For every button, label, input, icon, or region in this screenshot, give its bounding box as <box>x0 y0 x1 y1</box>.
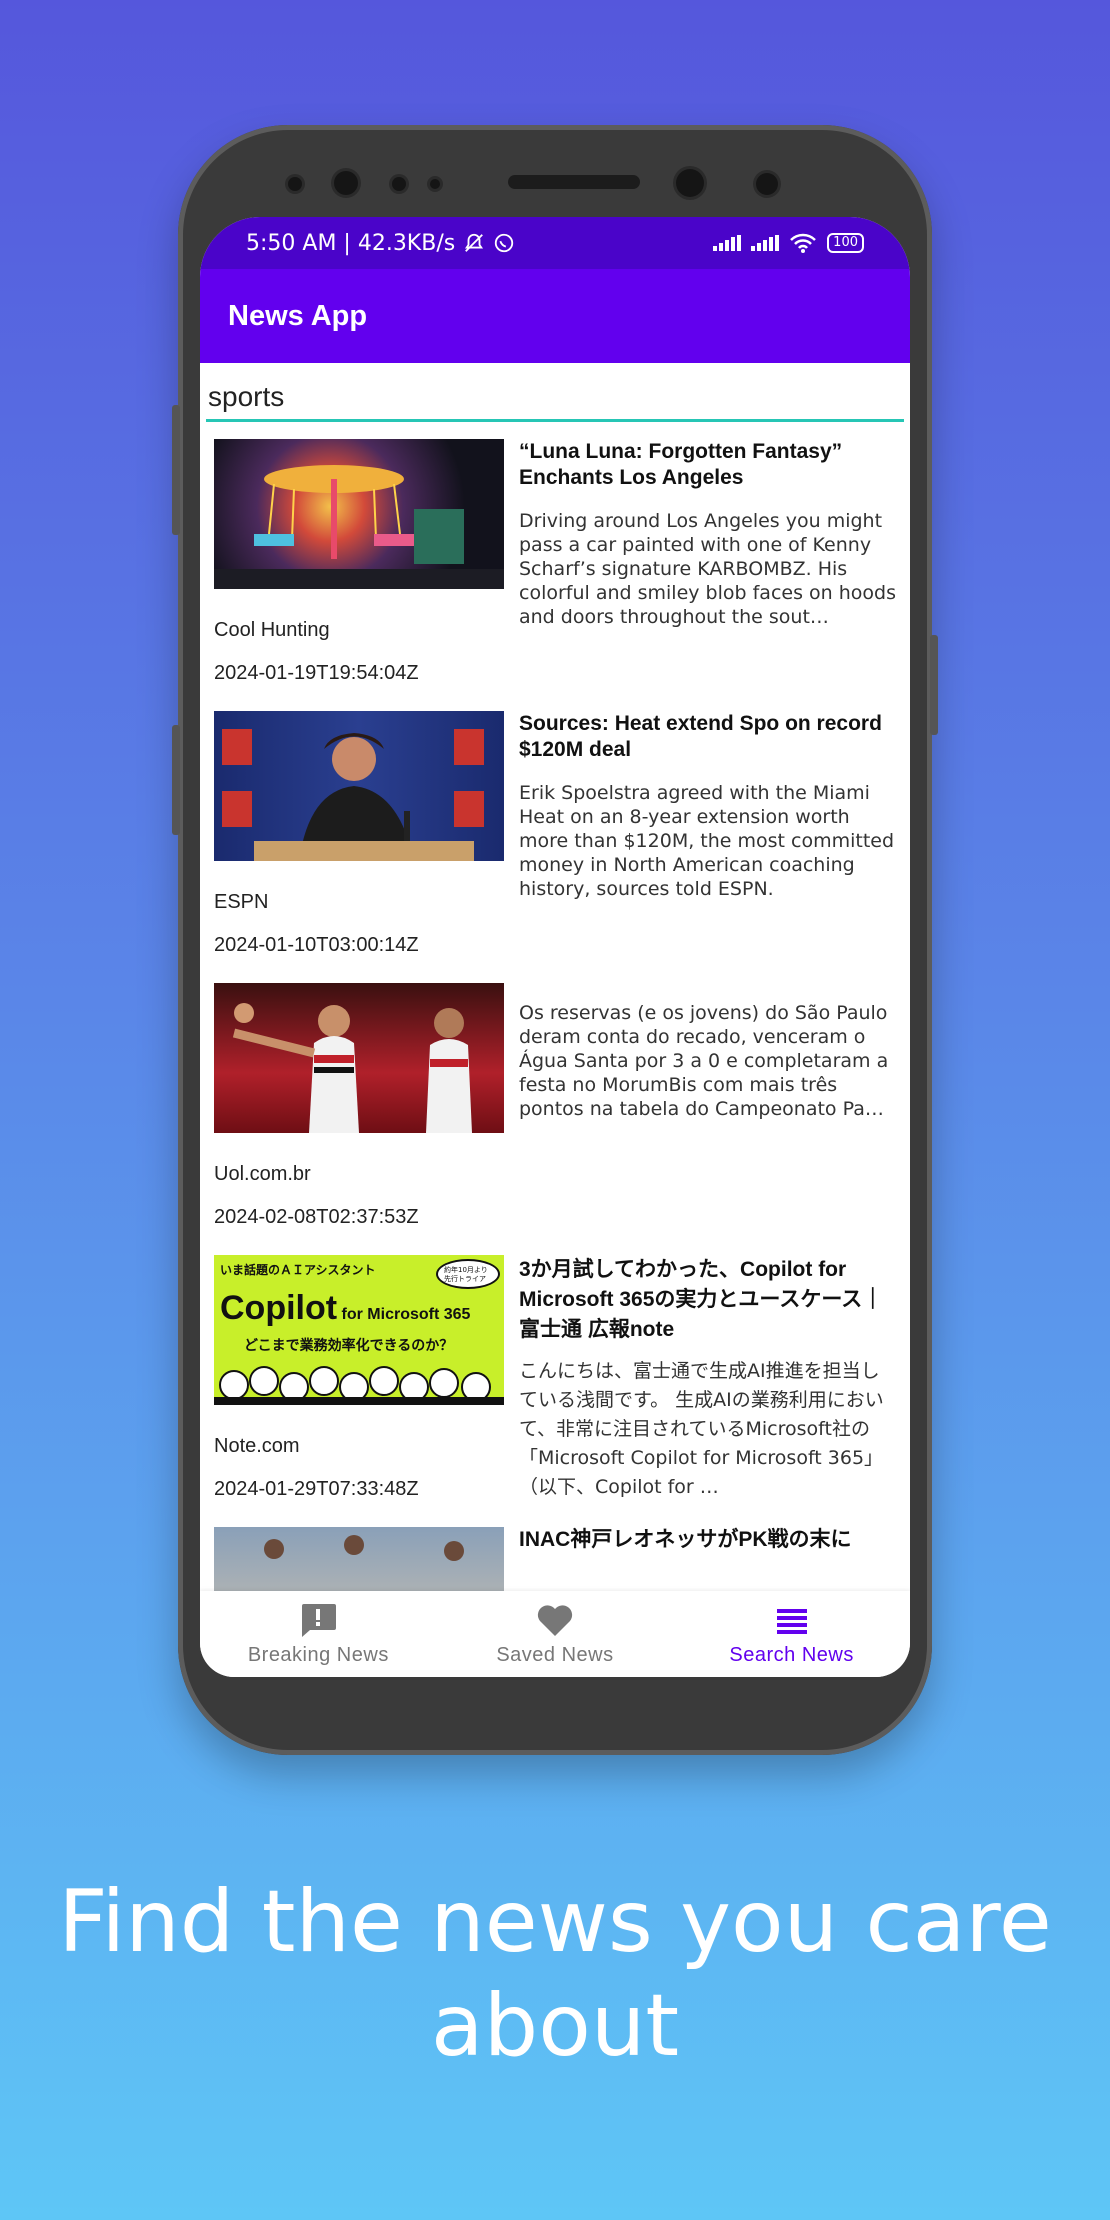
article-list[interactable]: Cool Hunting 2024-01-19T19:54:04Z “Luna … <box>200 427 910 1591</box>
article-date: 2024-02-08T02:37:53Z <box>214 1206 419 1228</box>
earpiece-speaker <box>508 175 640 189</box>
search-bar <box>200 363 910 427</box>
nav-label: Breaking News <box>247 1643 389 1666</box>
article-item[interactable]: INAC神戸レオネッサがPK戦の末に <box>200 1515 910 1591</box>
article-date: 2024-01-19T19:54:04Z <box>214 662 419 684</box>
crowd-illustration <box>214 1366 504 1405</box>
promo-tagline: Find the news you care about <box>58 1872 1052 2076</box>
power-button <box>930 635 938 735</box>
phone-screen: 5:50 AM | 42.3KB/s 100 News App sports C… <box>200 217 910 1677</box>
article-description: Driving around Los Angeles you might pas… <box>519 510 896 628</box>
article-title: 3か月試してわかった、Copilot for Microsoft 365の実力と… <box>519 1258 884 1341</box>
app-bar: News App <box>200 269 910 363</box>
sensor-icon <box>288 177 302 191</box>
thumbnail-badge: 約年10月より先行トライアル <box>436 1259 500 1289</box>
battery-icon: 100 <box>827 233 864 253</box>
sensor-icon <box>392 177 406 191</box>
article-thumbnail: いま話題のＡＩアシスタント 約年10月より先行トライアル Copilot for… <box>214 1255 504 1405</box>
nav-breaking-news[interactable]: Breaking News <box>203 1602 433 1667</box>
nav-label: Search News <box>729 1643 854 1666</box>
article-item[interactable]: Uol.com.br 2024-02-08T02:37:53Z Os reser… <box>200 971 910 1243</box>
volume-button <box>172 405 180 535</box>
signal-icon <box>713 235 742 251</box>
whatsapp-icon <box>495 233 514 253</box>
article-item[interactable]: ESPN 2024-01-10T03:00:14Z Sources: Heat … <box>200 699 910 971</box>
article-source: Uol.com.br <box>214 1163 311 1185</box>
front-camera-icon <box>676 169 704 197</box>
app-title: News App <box>228 299 368 332</box>
article-title: Sources: Heat extend Spo on record $120M… <box>519 712 882 761</box>
thumbnail-brand: Copilot <box>220 1289 338 1327</box>
alert-icon <box>302 1603 337 1637</box>
thumbnail-caption: いま話題のＡＩアシスタント <box>220 1263 376 1277</box>
sensor-icon <box>430 179 440 189</box>
wifi-icon <box>790 233 817 253</box>
sensor-icon <box>756 173 778 195</box>
article-thumbnail <box>214 1527 504 1591</box>
thumbnail-subtitle: どこまで業務効率化できるのか？ <box>244 1338 454 1354</box>
menu-icon <box>776 1608 807 1634</box>
article-item[interactable]: Cool Hunting 2024-01-19T19:54:04Z “Luna … <box>200 427 910 699</box>
article-title: INAC神戸レオネッサがPK戦の末に <box>519 1528 852 1551</box>
nav-saved-news[interactable]: Saved News <box>440 1602 670 1667</box>
article-thumbnail <box>214 983 504 1133</box>
status-time-speed: 5:50 AM | 42.3KB/s <box>246 230 456 256</box>
article-source: Note.com <box>214 1435 300 1457</box>
volume-button-lower <box>172 725 180 835</box>
article-thumbnail <box>214 439 504 589</box>
article-item[interactable]: いま話題のＡＩアシスタント 約年10月より先行トライアル Copilot for… <box>200 1243 910 1515</box>
signal-icon <box>751 235 780 251</box>
nav-search-news[interactable]: Search News <box>677 1602 907 1667</box>
article-title: “Luna Luna: Forgotten Fantasy” Enchants … <box>519 440 843 489</box>
front-camera-icon <box>334 171 358 195</box>
muted-bell-icon <box>465 233 484 252</box>
article-source: ESPN <box>214 891 269 913</box>
article-description: こんにちは、富士通で生成AI推進を担当している浅間です。 生成AIの業務利用にお… <box>519 1360 884 1498</box>
article-source: Cool Hunting <box>214 619 330 641</box>
heart-icon <box>537 1604 573 1636</box>
article-thumbnail <box>214 711 504 861</box>
article-date: 2024-01-29T07:33:48Z <box>214 1478 419 1500</box>
bottom-navigation: Breaking News Saved News Search News <box>200 1591 910 1677</box>
search-input[interactable] <box>206 373 904 422</box>
status-bar: 5:50 AM | 42.3KB/s 100 <box>200 217 910 269</box>
nav-label: Saved News <box>496 1643 614 1666</box>
article-description: Os reservas (e os jovens) do São Paulo d… <box>519 1002 889 1120</box>
phone-frame: 5:50 AM | 42.3KB/s 100 News App sports C… <box>172 125 938 1755</box>
thumbnail-brand-small: for Microsoft 365 <box>341 1306 471 1323</box>
article-date: 2024-01-10T03:00:14Z <box>214 934 419 956</box>
article-description: Erik Spoelstra agreed with the Miami Hea… <box>519 782 895 900</box>
